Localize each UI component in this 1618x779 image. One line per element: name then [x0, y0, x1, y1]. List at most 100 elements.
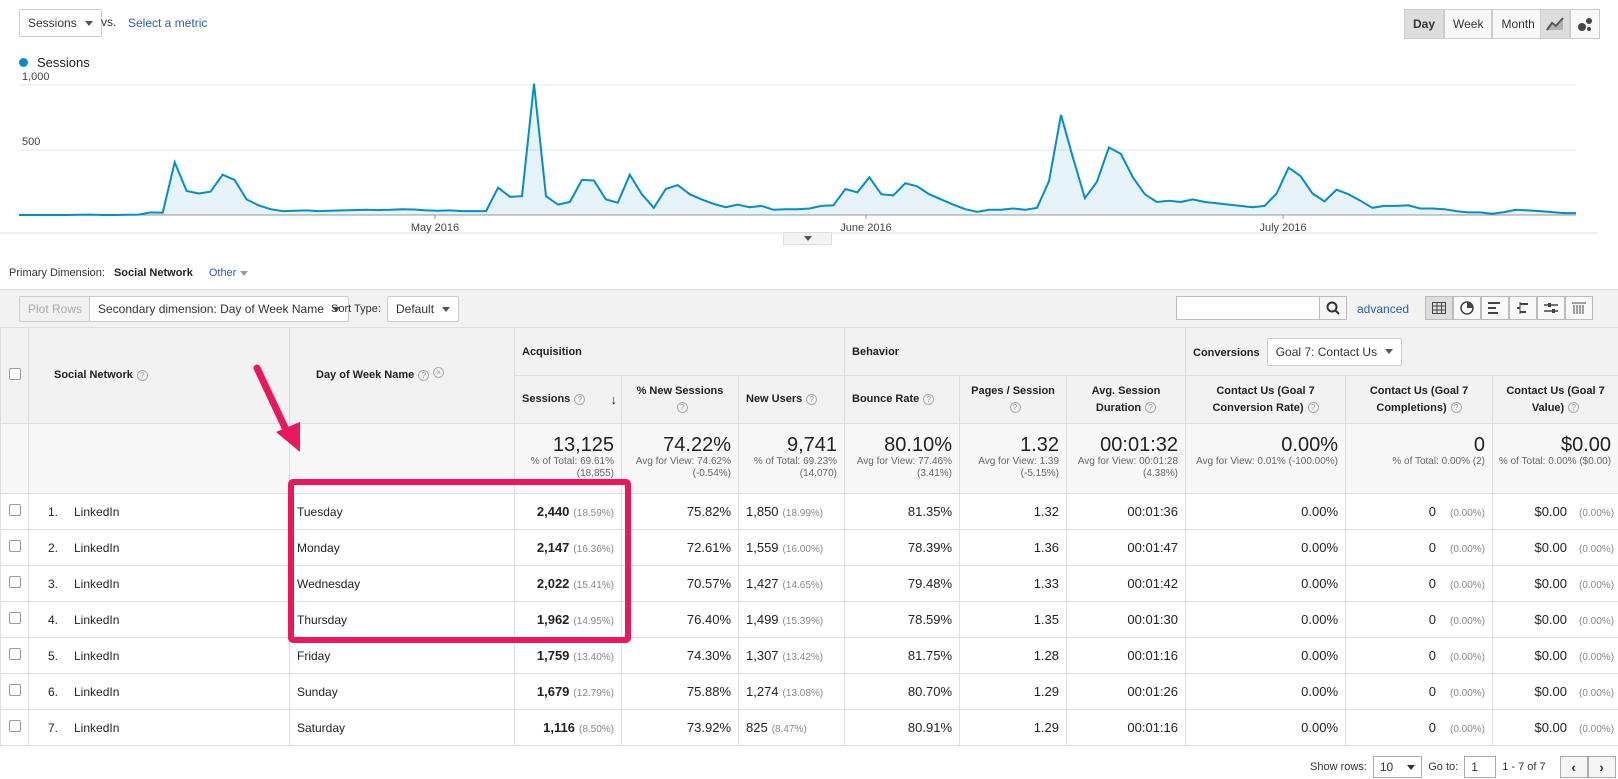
help-icon[interactable]: ?: [806, 393, 818, 405]
new-users-percent: (15.39%): [782, 616, 824, 627]
line-chart-button[interactable]: [1540, 9, 1570, 39]
pages-session-value: 1.29: [959, 673, 1068, 710]
social-network-link[interactable]: LinkedIn: [74, 541, 119, 555]
pivot-view-button[interactable]: [1565, 296, 1593, 320]
row-checkbox[interactable]: [8, 612, 21, 624]
col-pages-session[interactable]: Pages / Session?: [959, 375, 1068, 424]
goal-value: $0.00: [1534, 612, 1568, 627]
comparison-view-button[interactable]: [1509, 296, 1537, 320]
select-metric-link[interactable]: Select a metric: [128, 16, 207, 30]
avg-duration-value: 00:01:26: [1066, 673, 1187, 710]
select-all-checkbox[interactable]: [8, 368, 21, 380]
social-network-link[interactable]: LinkedIn: [74, 721, 119, 735]
social-network-link[interactable]: LinkedIn: [74, 505, 119, 519]
week-button[interactable]: Week: [1444, 9, 1493, 39]
help-icon[interactable]: ?: [418, 369, 430, 381]
sort-type-dropdown[interactable]: Default: [387, 296, 460, 322]
chevron-down-icon: [1385, 349, 1394, 354]
new-sessions-value: 76.40%: [621, 601, 739, 638]
completions-value: 0: [1428, 684, 1436, 699]
day-of-week-cell: Monday: [289, 529, 515, 566]
goal-value-percent: (0.00%): [1579, 544, 1615, 555]
new-sessions-value: 72.61%: [621, 529, 739, 566]
table-row: 2. LinkedIn Monday 2,147 (16.36%) 72.61% 1,559…: [0, 529, 1618, 566]
goal-dropdown[interactable]: Goal 7: Contact Us: [1266, 337, 1403, 366]
y-tick-label: 500: [22, 136, 40, 148]
dimension-social-network[interactable]: Social Network: [114, 267, 193, 279]
primary-dimension-label: Primary Dimension:: [9, 267, 105, 279]
row-index: 6.: [47, 684, 58, 699]
term-cloud-view-button[interactable]: [1537, 296, 1565, 320]
table-search-input[interactable]: [1176, 296, 1320, 320]
avg-duration-value: 00:01:42: [1066, 565, 1187, 602]
motion-chart-button[interactable]: [1570, 9, 1600, 39]
completions-percent: (0.00%): [1450, 652, 1486, 663]
dimension-other[interactable]: Other: [209, 267, 249, 279]
data-view-button[interactable]: [1425, 296, 1453, 320]
show-rows-dropdown[interactable]: 10: [1372, 756, 1423, 778]
row-checkbox[interactable]: [8, 648, 21, 660]
plot-rows-button[interactable]: Plot Rows: [19, 296, 92, 322]
pivot-icon: [1572, 302, 1586, 314]
completions-percent: (0.00%): [1450, 616, 1486, 627]
col-avg-duration[interactable]: Avg. Session Duration?: [1066, 375, 1187, 424]
help-icon[interactable]: ?: [1450, 402, 1462, 414]
row-checkbox[interactable]: [8, 576, 21, 588]
month-button[interactable]: Month: [1492, 9, 1544, 39]
secondary-dimension-dropdown[interactable]: Secondary dimension: Day of Week Name: [89, 296, 349, 322]
sort-type-value: Default: [396, 302, 435, 316]
col-new-users[interactable]: New Users?: [737, 375, 846, 424]
percentage-view-button[interactable]: [1453, 296, 1481, 320]
goto-input[interactable]: 1: [1464, 756, 1497, 778]
row-checkbox[interactable]: [8, 504, 21, 516]
chart-collapse-handle[interactable]: [783, 232, 832, 245]
chevron-right-icon: ›: [1599, 759, 1604, 775]
sessions-percent: (18.59%): [573, 508, 614, 519]
col-sessions[interactable]: Sessions? ↓: [514, 375, 622, 424]
bounce-rate-value: 81.35%: [844, 493, 961, 530]
help-icon[interactable]: ?: [574, 393, 586, 405]
social-network-link[interactable]: LinkedIn: [74, 577, 119, 591]
help-icon[interactable]: ?: [1307, 402, 1319, 414]
help-icon[interactable]: ?: [1568, 402, 1580, 414]
help-icon[interactable]: ?: [1145, 402, 1157, 414]
sort-type-label: Sort Type:: [331, 303, 381, 315]
col-value[interactable]: Contact Us (Goal 7 Value)?: [1492, 375, 1618, 424]
day-of-week-cell: Sunday: [289, 673, 515, 710]
social-network-link[interactable]: LinkedIn: [74, 649, 119, 663]
day-button[interactable]: Day: [1404, 9, 1445, 39]
bounce-rate-value: 80.91%: [844, 709, 961, 746]
col-completions[interactable]: Contact Us (Goal 7 Completions)?: [1345, 375, 1494, 424]
chevron-down-icon: [442, 306, 451, 312]
row-checkbox[interactable]: [8, 684, 21, 696]
remove-dimension-icon[interactable]: ×: [433, 367, 445, 378]
group-behavior: Behavior: [844, 327, 1187, 376]
row-checkbox[interactable]: [8, 540, 21, 552]
new-users-percent: (18.99%): [782, 508, 824, 519]
new-users-percent: (14.65%): [782, 580, 824, 591]
search-button[interactable]: [1319, 296, 1347, 320]
help-icon[interactable]: ?: [1009, 402, 1021, 414]
y-tick-label: 1,000: [22, 71, 50, 83]
performance-view-button[interactable]: [1481, 296, 1509, 320]
metric-label: Sessions: [28, 16, 77, 30]
help-icon[interactable]: ?: [676, 402, 688, 414]
next-page-button[interactable]: ›: [1587, 756, 1616, 778]
social-network-link[interactable]: LinkedIn: [74, 685, 119, 699]
goal-value-percent: (0.00%): [1579, 688, 1615, 699]
col-day-of-week[interactable]: Day of Week Name? ×: [289, 327, 515, 424]
day-of-week-cell: Saturday: [289, 709, 515, 746]
col-bounce-rate[interactable]: Bounce Rate?: [844, 375, 961, 424]
col-new-sessions[interactable]: % New Sessions?: [621, 375, 739, 424]
social-network-link[interactable]: LinkedIn: [74, 613, 119, 627]
conversion-rate-value: 0.00%: [1185, 601, 1347, 638]
help-icon[interactable]: ?: [136, 369, 148, 381]
completions-value: 0: [1428, 504, 1436, 519]
prev-page-button[interactable]: ‹: [1559, 756, 1588, 778]
help-icon[interactable]: ?: [923, 393, 935, 405]
bar-list-icon: [1488, 302, 1500, 314]
advanced-filter-link[interactable]: advanced: [1357, 302, 1409, 316]
row-checkbox[interactable]: [8, 720, 21, 732]
col-conversion-rate[interactable]: Contact Us (Goal 7 Conversion Rate)?: [1185, 375, 1347, 424]
metric-dropdown[interactable]: Sessions: [19, 9, 102, 37]
